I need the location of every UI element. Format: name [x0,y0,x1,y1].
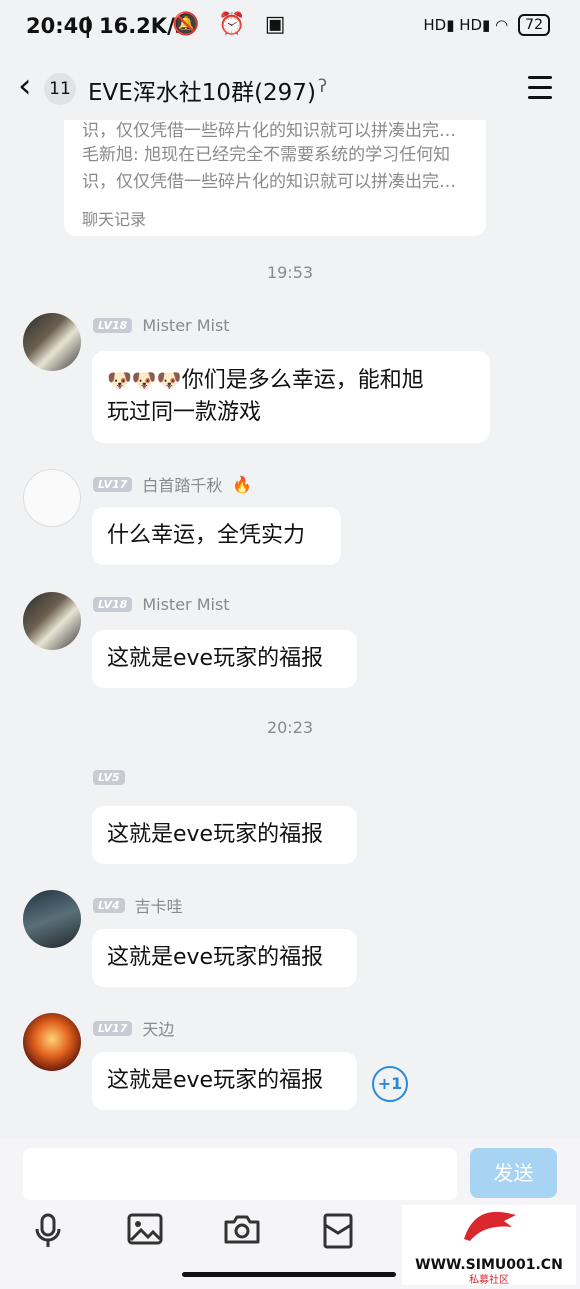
message-bubble[interactable]: 这就是eve玩家的福报 [92,630,357,688]
level-badge: LV17 [93,476,133,492]
sender-meta: LV4 吉卡哇 [93,893,183,917]
sender-name[interactable]: 天边 [142,1016,174,1040]
avatar[interactable] [23,592,81,650]
avatar[interactable] [23,1013,81,1071]
watermark: WWW.SIMU001.CN 私募社区 [402,1205,576,1286]
message-bubble[interactable]: 这就是eve玩家的福报 [92,929,357,987]
camera-icon[interactable] [222,1213,262,1253]
message-text: 这就是eve玩家的福报 [107,1068,324,1093]
send-button[interactable]: 发送 [470,1148,557,1198]
message-text: 玩过同一款游戏 [107,400,262,425]
watermark-logo-icon [402,1205,576,1256]
sender-name[interactable]: Mister Mist [142,595,229,614]
menu-icon[interactable] [528,76,552,106]
message-bubble[interactable]: 这就是eve玩家的福报 [92,806,357,864]
message-text: 你们是多么幸运，能和旭 [181,368,424,393]
sender-meta: LV5 [93,770,135,785]
signal-icon: HD▮ HD▮ ◠ [423,16,509,34]
message-text: 这就是eve玩家的福报 [107,646,324,671]
avatar[interactable] [23,313,81,371]
message-bubble[interactable]: 这就是eve玩家的福报 [92,1052,357,1110]
message-bubble[interactable]: 🐶🐶🐶你们是多么幸运，能和旭 玩过同一款游戏 [92,351,490,443]
message-bubble[interactable]: 什么幸运，全凭实力 [92,507,341,565]
status-bar: 20:40 | 16.2K/s 🔕 ⏰ ▣ HD▮ HD▮ ◠ 72 [0,0,580,56]
level-badge: LV5 [93,770,125,785]
level-badge: LV17 [93,1020,133,1036]
level-badge: LV18 [93,318,133,333]
battery-icon: 72 [518,14,550,36]
chat-header: ‹ 11 EVE浑水社10群(297) ʔ [0,56,580,120]
record-footer: 聊天记录 [82,210,147,229]
sender-meta: LV17 天边 [93,1016,174,1040]
timestamp: 20:23 [266,718,314,737]
watermark-url: WWW.SIMU001.CN [415,1257,563,1273]
dog-emoji-icon: 🐶🐶🐶 [107,368,182,392]
redpacket-icon[interactable] [318,1213,358,1253]
back-icon[interactable]: ‹ [18,69,32,103]
message-text: 什么幸运，全凭实力 [107,523,306,548]
record-line: 识，仅仅凭借一些碎片化的知识就可以拼凑出完… [82,172,456,192]
message-text: 这就是eve玩家的福报 [107,945,324,970]
status-right: HD▮ HD▮ ◠ 72 [423,14,550,36]
sender-meta: LV17 白首踏千秋 🔥 [93,472,252,496]
image-icon[interactable] [125,1213,165,1253]
message-input[interactable] [23,1148,457,1200]
ear-icon: ʔ [318,76,328,97]
chat-title: EVE浑水社10群(297) [88,80,316,106]
status-time: 20:40 [26,14,93,38]
avatar[interactable] [23,890,81,948]
chat-record-card[interactable]: 识，仅仅凭借一些碎片化的知识就可以拼凑出完… 毛新旭: 旭现在已经完全不需要系统… [64,120,486,236]
record-line: 毛新旭: 旭现在已经完全不需要系统的学习任何知 [82,145,451,165]
sender-meta: LV18 Mister Mist [93,316,230,335]
home-indicator [182,1272,396,1277]
sender-meta: LV18 Mister Mist [93,595,230,614]
unread-count-badge[interactable]: 11 [44,73,76,105]
level-badge: LV18 [93,597,133,612]
level-badge: LV4 [93,897,125,913]
watermark-sub: 私募社区 [469,1275,509,1286]
status-icons: 🔕 ⏰ ▣ [172,12,292,37]
sender-name[interactable]: 白首踏千秋 [142,472,222,496]
message-text: 这就是eve玩家的福报 [107,822,324,847]
avatar[interactable] [23,469,81,527]
plus-one-button[interactable]: +1 [372,1066,408,1102]
mic-icon[interactable] [28,1213,68,1253]
timestamp: 19:53 [266,263,314,282]
record-line: 识，仅仅凭借一些碎片化的知识就可以拼凑出完… [82,121,456,141]
fire-icon: 🔥 [232,474,253,494]
sender-name[interactable]: Mister Mist [142,316,229,335]
sender-name[interactable]: 吉卡哇 [135,893,183,917]
